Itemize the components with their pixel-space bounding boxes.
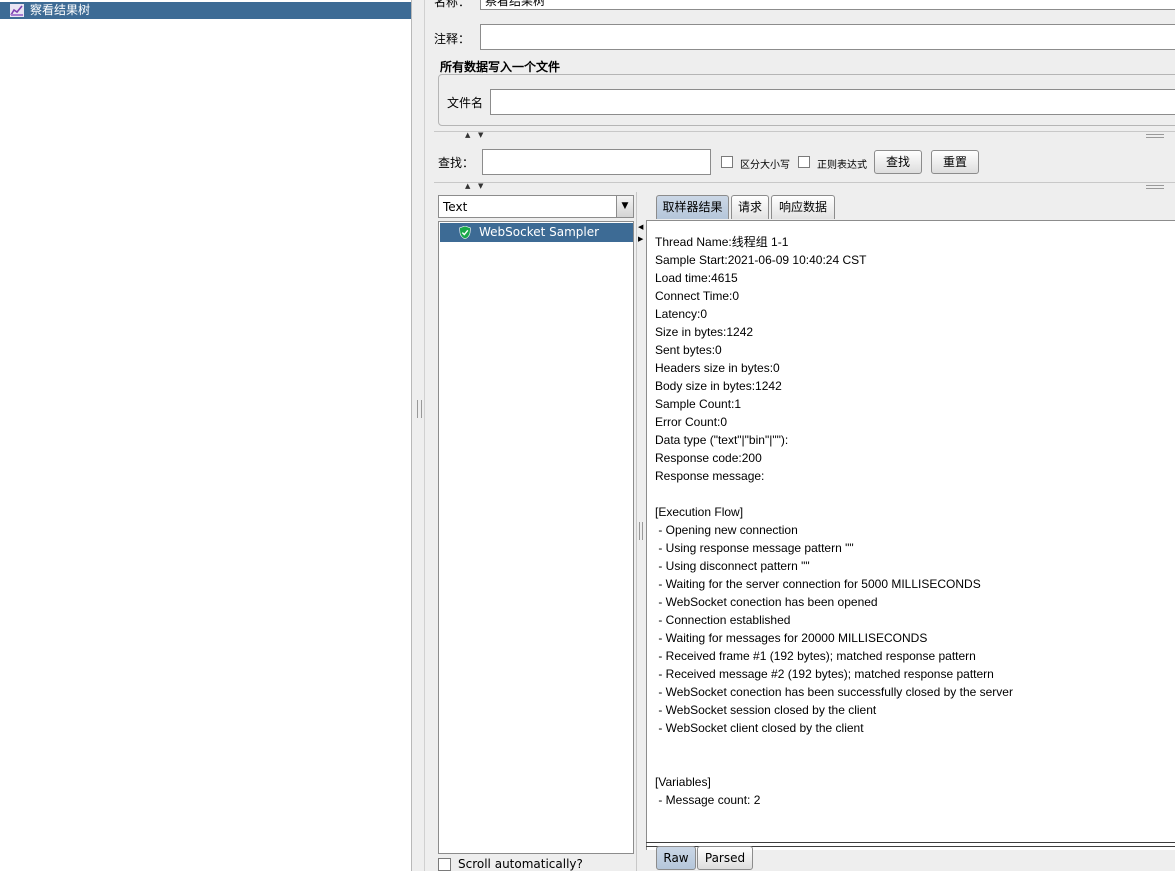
search-input[interactable] (482, 149, 711, 175)
comment-label: 注释： (434, 32, 471, 46)
view-results-tree-icon (10, 4, 24, 17)
split-bar-top[interactable]: ▲ ▼ (434, 131, 1175, 140)
tab-response-data[interactable]: 响应数据 (771, 195, 835, 219)
collapse-left-icon[interactable]: ◀ (638, 224, 643, 231)
tree-node-view-results-tree[interactable]: 察看结果树 (0, 2, 411, 19)
case-sensitive-checkbox[interactable] (721, 156, 733, 168)
divider-grip[interactable] (417, 400, 422, 418)
split-bar-bottom[interactable]: ▲ ▼ (434, 182, 1175, 191)
collapse-up-icon[interactable]: ▲ (465, 183, 470, 190)
split-grip[interactable] (1146, 134, 1164, 138)
results-split-divider[interactable]: ◀ ▶ (636, 192, 645, 871)
test-plan-tree: 察看结果树 (0, 0, 411, 871)
name-field[interactable]: 察看结果树 (480, 0, 1175, 10)
search-label: 查找： (438, 156, 475, 170)
sample-results-list: WebSocket Sampler (438, 221, 634, 854)
find-button[interactable]: 查找 (874, 150, 922, 174)
filename-field[interactable] (490, 89, 1175, 115)
list-item-label: WebSocket Sampler (479, 225, 600, 239)
tab-request[interactable]: 请求 (731, 195, 769, 219)
name-label: 名称： (434, 0, 471, 9)
reset-button[interactable]: 重置 (931, 150, 979, 174)
split-grip[interactable] (1146, 185, 1164, 189)
collapse-up-icon[interactable]: ▲ (465, 132, 470, 139)
scroll-automatically-checkbox[interactable] (438, 858, 451, 871)
list-item-websocket-sampler[interactable]: WebSocket Sampler (440, 223, 633, 242)
sampler-result-panel: Thread Name:线程组 1-1 Sample Start:2021-06… (646, 220, 1175, 850)
collapse-down-icon[interactable]: ▼ (478, 132, 483, 139)
raw-tab[interactable]: Raw (656, 846, 696, 870)
renderer-selected-value: Text (443, 200, 468, 214)
success-shield-icon (459, 226, 471, 239)
filename-label: 文件名 (447, 96, 484, 110)
collapse-right-icon[interactable]: ▶ (638, 236, 643, 243)
renderer-select[interactable]: Text ▼ (438, 195, 634, 218)
collapse-down-icon[interactable]: ▼ (478, 183, 483, 190)
divider-grip[interactable] (639, 522, 643, 540)
regex-checkbox[interactable] (798, 156, 810, 168)
tree-node-label: 察看结果树 (30, 3, 91, 17)
dropdown-arrow-icon[interactable]: ▼ (616, 196, 633, 217)
comment-field[interactable] (480, 24, 1175, 50)
name-field-value: 察看结果树 (485, 0, 546, 8)
tab-sampler-result[interactable]: 取样器结果 (656, 195, 729, 219)
sampler-result-text: Thread Name:线程组 1-1 Sample Start:2021-06… (655, 235, 1013, 807)
main-split-divider[interactable] (411, 0, 425, 871)
listener-config-panel: 名称： 察看结果树 注释： 所有数据写入一个文件 文件名 ▲ ▼ 查找： 区分大… (425, 0, 1175, 871)
regex-label: 正则表达式 (817, 160, 867, 171)
scroll-automatically-label: Scroll automatically? (458, 857, 583, 871)
parsed-tab[interactable]: Parsed (697, 846, 753, 870)
case-sensitive-label: 区分大小写 (740, 160, 790, 171)
file-group-title: 所有数据写入一个文件 (440, 60, 561, 74)
